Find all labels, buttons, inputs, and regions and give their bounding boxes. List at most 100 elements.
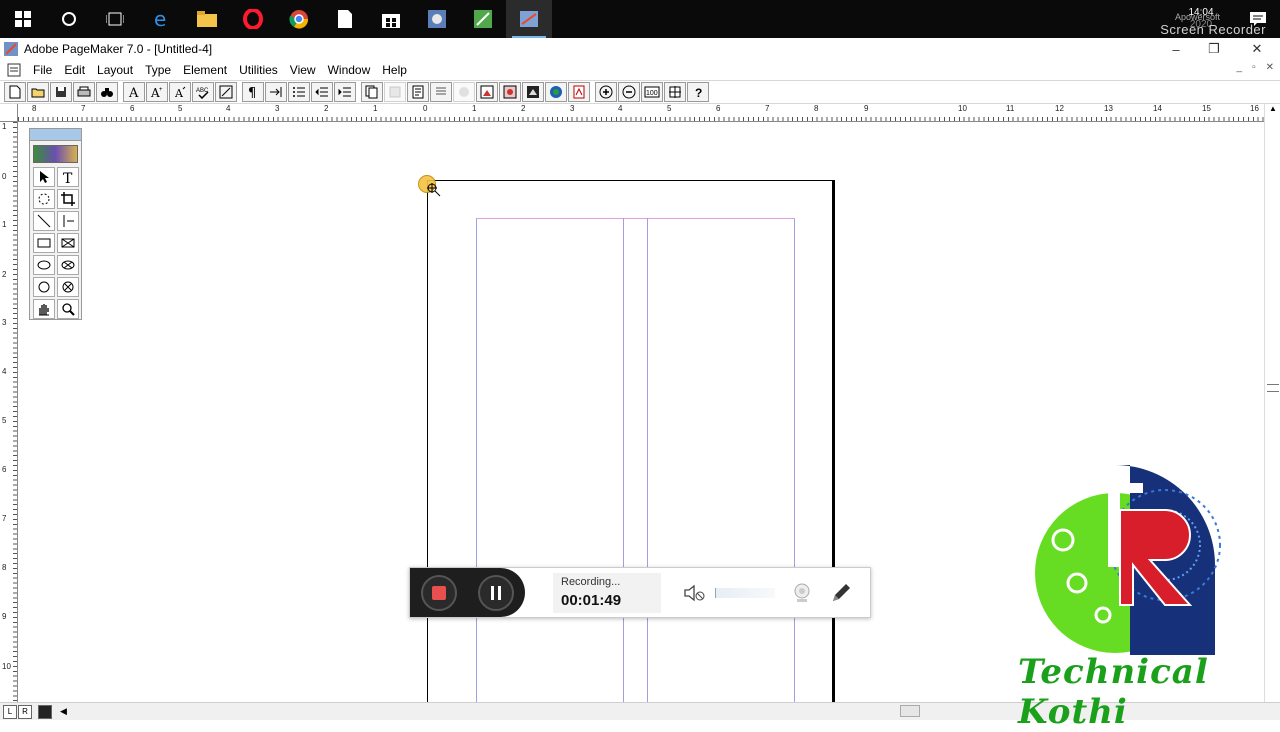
recording-label: Recording... (561, 576, 621, 588)
polygon-tool[interactable] (33, 277, 55, 297)
document-app-button[interactable] (322, 0, 368, 38)
doc-minimize-button[interactable]: _ (1237, 62, 1243, 73)
pointer-tool[interactable] (33, 167, 55, 187)
new-document-button[interactable] (4, 82, 26, 102)
indent-button[interactable] (265, 82, 287, 102)
bullets-button[interactable] (288, 82, 310, 102)
opera-button[interactable] (230, 0, 276, 38)
globe-button[interactable] (545, 82, 567, 102)
menu-edit[interactable]: Edit (58, 60, 91, 80)
copy-page-button[interactable] (361, 82, 383, 102)
scroll-left-arrow[interactable]: ◀ (60, 706, 67, 717)
text-tool[interactable]: T (57, 167, 79, 187)
links-button[interactable] (499, 82, 521, 102)
pause-recording-button[interactable] (478, 574, 515, 611)
right-master-page[interactable]: R (18, 704, 32, 719)
pages-disabled-icon (389, 86, 401, 98)
column-guide-left[interactable] (623, 218, 624, 702)
pagemaker-taskbar-button[interactable] (506, 0, 552, 38)
ellipse-frame-tool[interactable] (57, 255, 79, 275)
ruler-origin[interactable] (0, 104, 18, 122)
menu-file[interactable]: File (27, 60, 58, 80)
polygon-frame-tool[interactable] (57, 277, 79, 297)
increase-indent-button[interactable] (334, 82, 356, 102)
fit-window-button[interactable] (664, 82, 686, 102)
decrease-indent-button[interactable] (311, 82, 333, 102)
save-button[interactable] (50, 82, 72, 102)
maximize-button[interactable]: ❐ (1191, 38, 1237, 60)
rectangle-tool[interactable] (33, 233, 55, 253)
hand-tool[interactable] (33, 299, 55, 319)
coreldraw-button[interactable] (460, 0, 506, 38)
chrome-button[interactable] (276, 0, 322, 38)
horizontal-ruler[interactable]: 8 7 6 5 4 3 2 1 0 1 2 3 4 5 6 7 8 9 10 1… (18, 104, 1264, 122)
find-button[interactable] (96, 82, 118, 102)
vertical-ruler[interactable]: 1 0 1 2 3 4 5 6 7 8 9 10 (0, 122, 18, 702)
search-button[interactable] (46, 0, 92, 38)
document-control-icon[interactable] (7, 63, 21, 77)
zoom-in-icon (599, 85, 613, 99)
vertical-scrollbar[interactable]: ▲ (1264, 104, 1280, 702)
edge-icon: e (154, 9, 166, 29)
menu-help[interactable]: Help (376, 60, 413, 80)
constrained-line-tool[interactable] (57, 211, 79, 231)
export-pdf-button[interactable] (568, 82, 590, 102)
app-button[interactable] (414, 0, 460, 38)
ruler-label: 6 (130, 104, 135, 113)
svg-text:A: A (128, 86, 139, 99)
stop-recording-button[interactable] (420, 574, 457, 611)
menu-layout[interactable]: Layout (91, 60, 139, 80)
crop-tool[interactable] (57, 189, 79, 209)
webcam-icon[interactable] (791, 582, 813, 604)
main-toolbar: A A + A ABC ¶ 100 ? (0, 80, 1280, 104)
page-1-icon[interactable] (38, 704, 52, 719)
window-titlebar[interactable]: Adobe PageMaker 7.0 - [Untitled-4] (0, 38, 1280, 60)
zoom-out-button[interactable] (618, 82, 640, 102)
help-button[interactable]: ? (687, 82, 709, 102)
column-guide-right[interactable] (647, 218, 648, 702)
rotate-tool[interactable] (33, 189, 55, 209)
toolbox-titlebar[interactable] (30, 129, 81, 141)
scroll-up-arrow[interactable]: ▲ (1266, 104, 1280, 118)
menu-utilities[interactable]: Utilities (233, 60, 284, 80)
type-specs-button[interactable]: A + (146, 82, 168, 102)
close-button[interactable]: ✕ (1234, 38, 1280, 60)
menu-window[interactable]: Window (322, 60, 377, 80)
ellipse-tool[interactable] (33, 255, 55, 275)
columns-button[interactable] (430, 82, 452, 102)
menu-element[interactable]: Element (177, 60, 233, 80)
menu-type[interactable]: Type (139, 60, 177, 80)
paragraph-button[interactable]: ¶ (242, 82, 264, 102)
zoom-tool[interactable] (57, 299, 79, 319)
volume-slider[interactable] (715, 587, 775, 598)
ruler-label: 14 (1153, 104, 1162, 113)
doc-close-button[interactable]: ✕ (1266, 62, 1274, 73)
fill-button[interactable] (215, 82, 237, 102)
edge-browser-button[interactable]: e (138, 0, 184, 38)
file-explorer-button[interactable] (184, 0, 230, 38)
scroll-thumb[interactable] (1267, 384, 1279, 392)
pencil-annotate-icon[interactable] (829, 581, 853, 605)
rectangle-frame-tool[interactable] (57, 233, 79, 253)
open-button[interactable] (27, 82, 49, 102)
zoom-in-button[interactable] (595, 82, 617, 102)
task-view-button[interactable] (92, 0, 138, 38)
left-master-page[interactable]: L (3, 704, 17, 719)
store-button[interactable] (368, 0, 414, 38)
spellcheck-button[interactable]: ABC (192, 82, 214, 102)
actual-size-button[interactable]: 100 (641, 82, 663, 102)
start-button[interactable] (0, 0, 46, 38)
disabled-tool-button[interactable] (453, 82, 475, 102)
horizontal-scroll-thumb[interactable] (900, 705, 920, 717)
kerning-button[interactable]: A (169, 82, 191, 102)
text-tool-button[interactable]: A (123, 82, 145, 102)
menu-view[interactable]: View (284, 60, 322, 80)
place-button[interactable] (476, 82, 498, 102)
dark-tool-button[interactable] (522, 82, 544, 102)
speaker-muted-icon[interactable] (683, 583, 707, 603)
line-tool[interactable] (33, 211, 55, 231)
print-button[interactable] (73, 82, 95, 102)
paste-page-button[interactable] (384, 82, 406, 102)
story-button[interactable] (407, 82, 429, 102)
doc-restore-button[interactable]: ▫ (1252, 62, 1256, 73)
